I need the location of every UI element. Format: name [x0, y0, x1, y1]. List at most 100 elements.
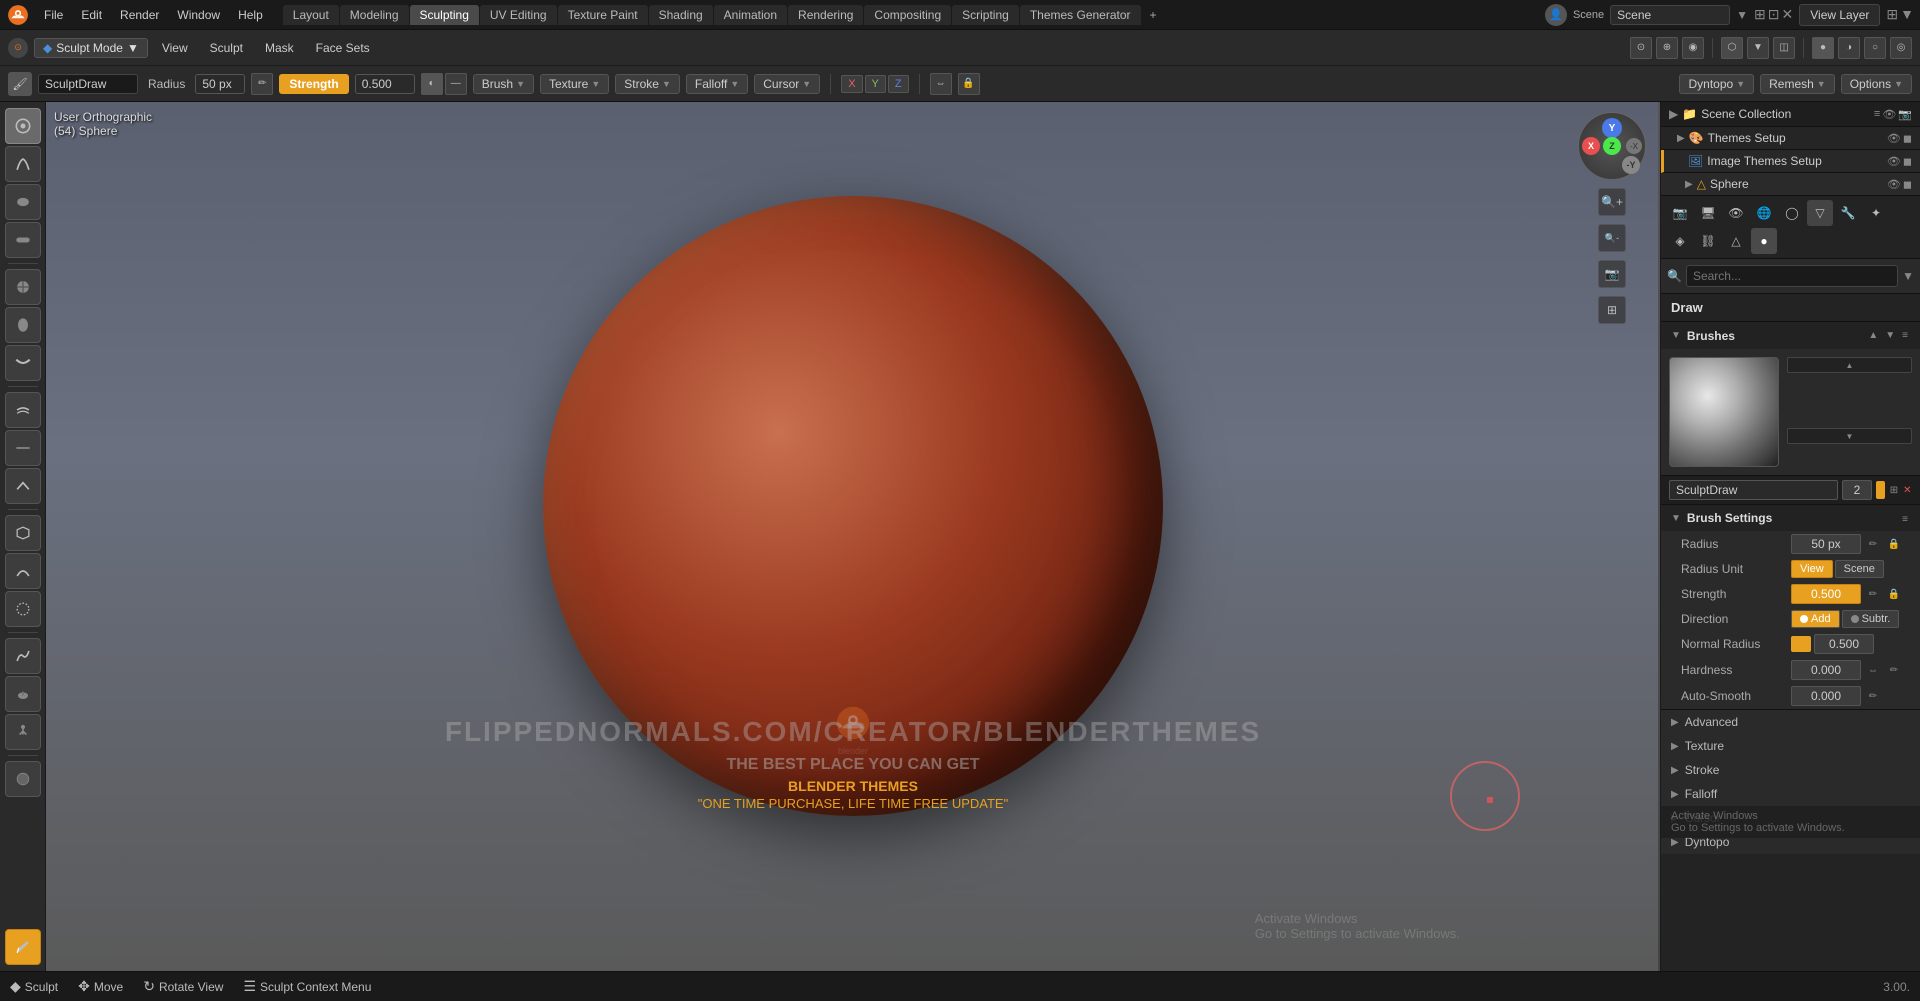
grid-btn[interactable]: ⊞ — [1598, 296, 1626, 324]
tool-elastic[interactable] — [5, 591, 41, 627]
dir-subtract-btn[interactable]: Subtr. — [1842, 610, 1900, 628]
snap-icon[interactable]: ⊕ — [1656, 37, 1678, 59]
x-axis-btn[interactable]: X — [841, 75, 862, 93]
vl-expand-icon[interactable]: ▼ — [1900, 6, 1914, 23]
scene-collection-expand-icon[interactable]: ▶ — [1669, 107, 1678, 121]
auto-smooth-edit[interactable]: ✏ — [1864, 687, 1882, 705]
zoom-in-btn[interactable]: 🔍+ — [1598, 188, 1626, 216]
brushes-scroll-up[interactable]: ▲ — [1866, 328, 1880, 343]
xray-icon[interactable]: ◫ — [1773, 37, 1795, 59]
prop-icon-modifier[interactable]: 🔧 — [1835, 200, 1861, 226]
add-workspace-button[interactable]: + — [1142, 5, 1165, 25]
sc-render-icon[interactable]: 📷 — [1898, 108, 1912, 121]
dyntopo-dropdown[interactable]: Dyntopo ▼ — [1679, 74, 1754, 94]
prop-icon-material[interactable]: ● — [1751, 228, 1777, 254]
radius-view-btn[interactable]: View — [1791, 560, 1833, 578]
prop-icon-physics[interactable]: ◈ — [1667, 228, 1693, 254]
hardness-arrows[interactable]: ⇔ — [1864, 661, 1882, 679]
tool-active-yellow[interactable] — [5, 929, 41, 965]
tab-layout[interactable]: Layout — [283, 5, 339, 25]
prop-icon-world[interactable]: ◯ — [1779, 200, 1805, 226]
tool-crease[interactable] — [5, 345, 41, 381]
prop-icon-constraints[interactable]: ⛓ — [1695, 228, 1721, 254]
tab-themes-generator[interactable]: Themes Generator — [1020, 5, 1141, 25]
normal-color-swatch[interactable] — [1791, 636, 1811, 652]
tool-scrape[interactable] — [5, 468, 41, 504]
menu-window[interactable]: Window — [169, 5, 228, 25]
tab-sculpting[interactable]: Sculpting — [410, 5, 479, 25]
tab-scripting[interactable]: Scripting — [952, 5, 1019, 25]
render-view-icon[interactable]: ○ — [1864, 37, 1886, 59]
dir-add-btn[interactable]: Add — [1791, 610, 1840, 628]
str-icon-1[interactable]: ◐ — [421, 73, 443, 95]
scene-icon-1[interactable]: ⊞ — [1754, 6, 1766, 23]
mask-button[interactable]: Mask — [257, 38, 302, 58]
camera-btn[interactable]: 📷 — [1598, 260, 1626, 288]
face-sets-button[interactable]: Face Sets — [308, 38, 378, 58]
prop-icon-data[interactable]: △ — [1723, 228, 1749, 254]
auto-smooth-input[interactable] — [1791, 686, 1861, 706]
ts-eye-icon[interactable]: 👁 — [1887, 132, 1901, 145]
advanced-expand[interactable]: ▶ Advanced — [1661, 710, 1920, 734]
status-move[interactable]: ✥ Move — [78, 978, 123, 995]
brush-color-icon[interactable] — [1876, 481, 1885, 499]
radius-input[interactable] — [195, 74, 245, 94]
tab-modeling[interactable]: Modeling — [340, 5, 409, 25]
cursor-dropdown[interactable]: Cursor ▼ — [754, 74, 820, 94]
brush-thumbnail[interactable] — [1669, 357, 1779, 467]
vl-icon-1[interactable]: ⊞ — [1886, 6, 1898, 23]
prop-icon-output[interactable]: 🖥 — [1695, 200, 1721, 226]
radius-scene-btn[interactable]: Scene — [1835, 560, 1884, 578]
brush-name-field[interactable] — [1669, 480, 1838, 500]
stroke-dropdown[interactable]: Stroke ▼ — [615, 74, 680, 94]
prop-icon-particles[interactable]: ✦ — [1863, 200, 1889, 226]
scene-icon-2[interactable]: ⊡ — [1768, 6, 1780, 23]
strength-edit-icon[interactable]: ✏ — [1864, 585, 1882, 603]
sc-view-icon[interactable]: 👁 — [1882, 108, 1896, 121]
prop-icon-render[interactable]: 📷 — [1667, 200, 1693, 226]
header-icon-3[interactable]: ◉ — [1682, 37, 1704, 59]
brush-dropdown[interactable]: Brush ▼ — [473, 74, 534, 94]
menu-help[interactable]: Help — [230, 5, 271, 25]
overlay-icon[interactable]: ⬡ — [1721, 37, 1743, 59]
view-layer-button[interactable]: View Layer — [1799, 4, 1880, 26]
options-dropdown[interactable]: Options ▼ — [1841, 74, 1912, 94]
tool-draw2[interactable] — [5, 146, 41, 182]
tool-blob[interactable] — [5, 307, 41, 343]
pen-icon[interactable]: ✏ — [251, 73, 273, 95]
user-icon[interactable]: 👤 — [1545, 4, 1567, 26]
normal-radius-input[interactable] — [1814, 634, 1874, 654]
tool-clay[interactable] — [5, 184, 41, 220]
texture-dropdown[interactable]: Texture ▼ — [540, 74, 609, 94]
stroke-expand[interactable]: ▶ Stroke — [1661, 758, 1920, 782]
ts-expand-icon[interactable]: ▶ — [1677, 133, 1685, 144]
its-eye-icon[interactable]: 👁 — [1887, 155, 1901, 168]
menu-render[interactable]: Render — [112, 5, 167, 25]
str-icon-2[interactable]: — — [445, 73, 467, 95]
status-context[interactable]: ☰ Sculpt Context Menu — [243, 978, 371, 995]
strength-prop-input[interactable] — [1791, 584, 1861, 604]
overlay-dropdown-icon[interactable]: ▼ — [1747, 37, 1769, 59]
tool-flatten[interactable] — [5, 430, 41, 466]
tool-pose[interactable] — [5, 714, 41, 750]
bs-more[interactable]: ≡ — [1900, 511, 1910, 525]
cursor-expand[interactable]: ▶ Cursor — [1661, 806, 1920, 830]
search-filter-icon[interactable]: ▼ — [1902, 269, 1914, 283]
tab-compositing[interactable]: Compositing — [864, 5, 951, 25]
render-view2-icon[interactable]: ◎ — [1890, 37, 1912, 59]
brush-icon-small[interactable]: 🖌 — [8, 72, 32, 96]
scene-input[interactable] — [1610, 5, 1730, 25]
mode-selector[interactable]: ◆ Sculpt Mode ▼ — [34, 38, 148, 58]
menu-edit[interactable]: Edit — [73, 5, 110, 25]
brush-side-scroll-down[interactable]: ▼ — [1787, 428, 1912, 444]
sc-filter-icon[interactable]: ≡ — [1874, 108, 1880, 121]
material-view-icon[interactable]: ◑ — [1838, 37, 1860, 59]
hardness-input[interactable] — [1791, 660, 1861, 680]
brush-number-field[interactable] — [1842, 480, 1872, 500]
brush-side-scroll-up[interactable]: ▲ — [1787, 357, 1912, 373]
tool-inflate[interactable] — [5, 269, 41, 305]
menu-file[interactable]: File — [36, 5, 71, 25]
prop-icon-scene[interactable]: 🌐 — [1751, 200, 1777, 226]
tool-smooth[interactable] — [5, 392, 41, 428]
hardness-edit2[interactable]: ✏ — [1885, 661, 1903, 679]
